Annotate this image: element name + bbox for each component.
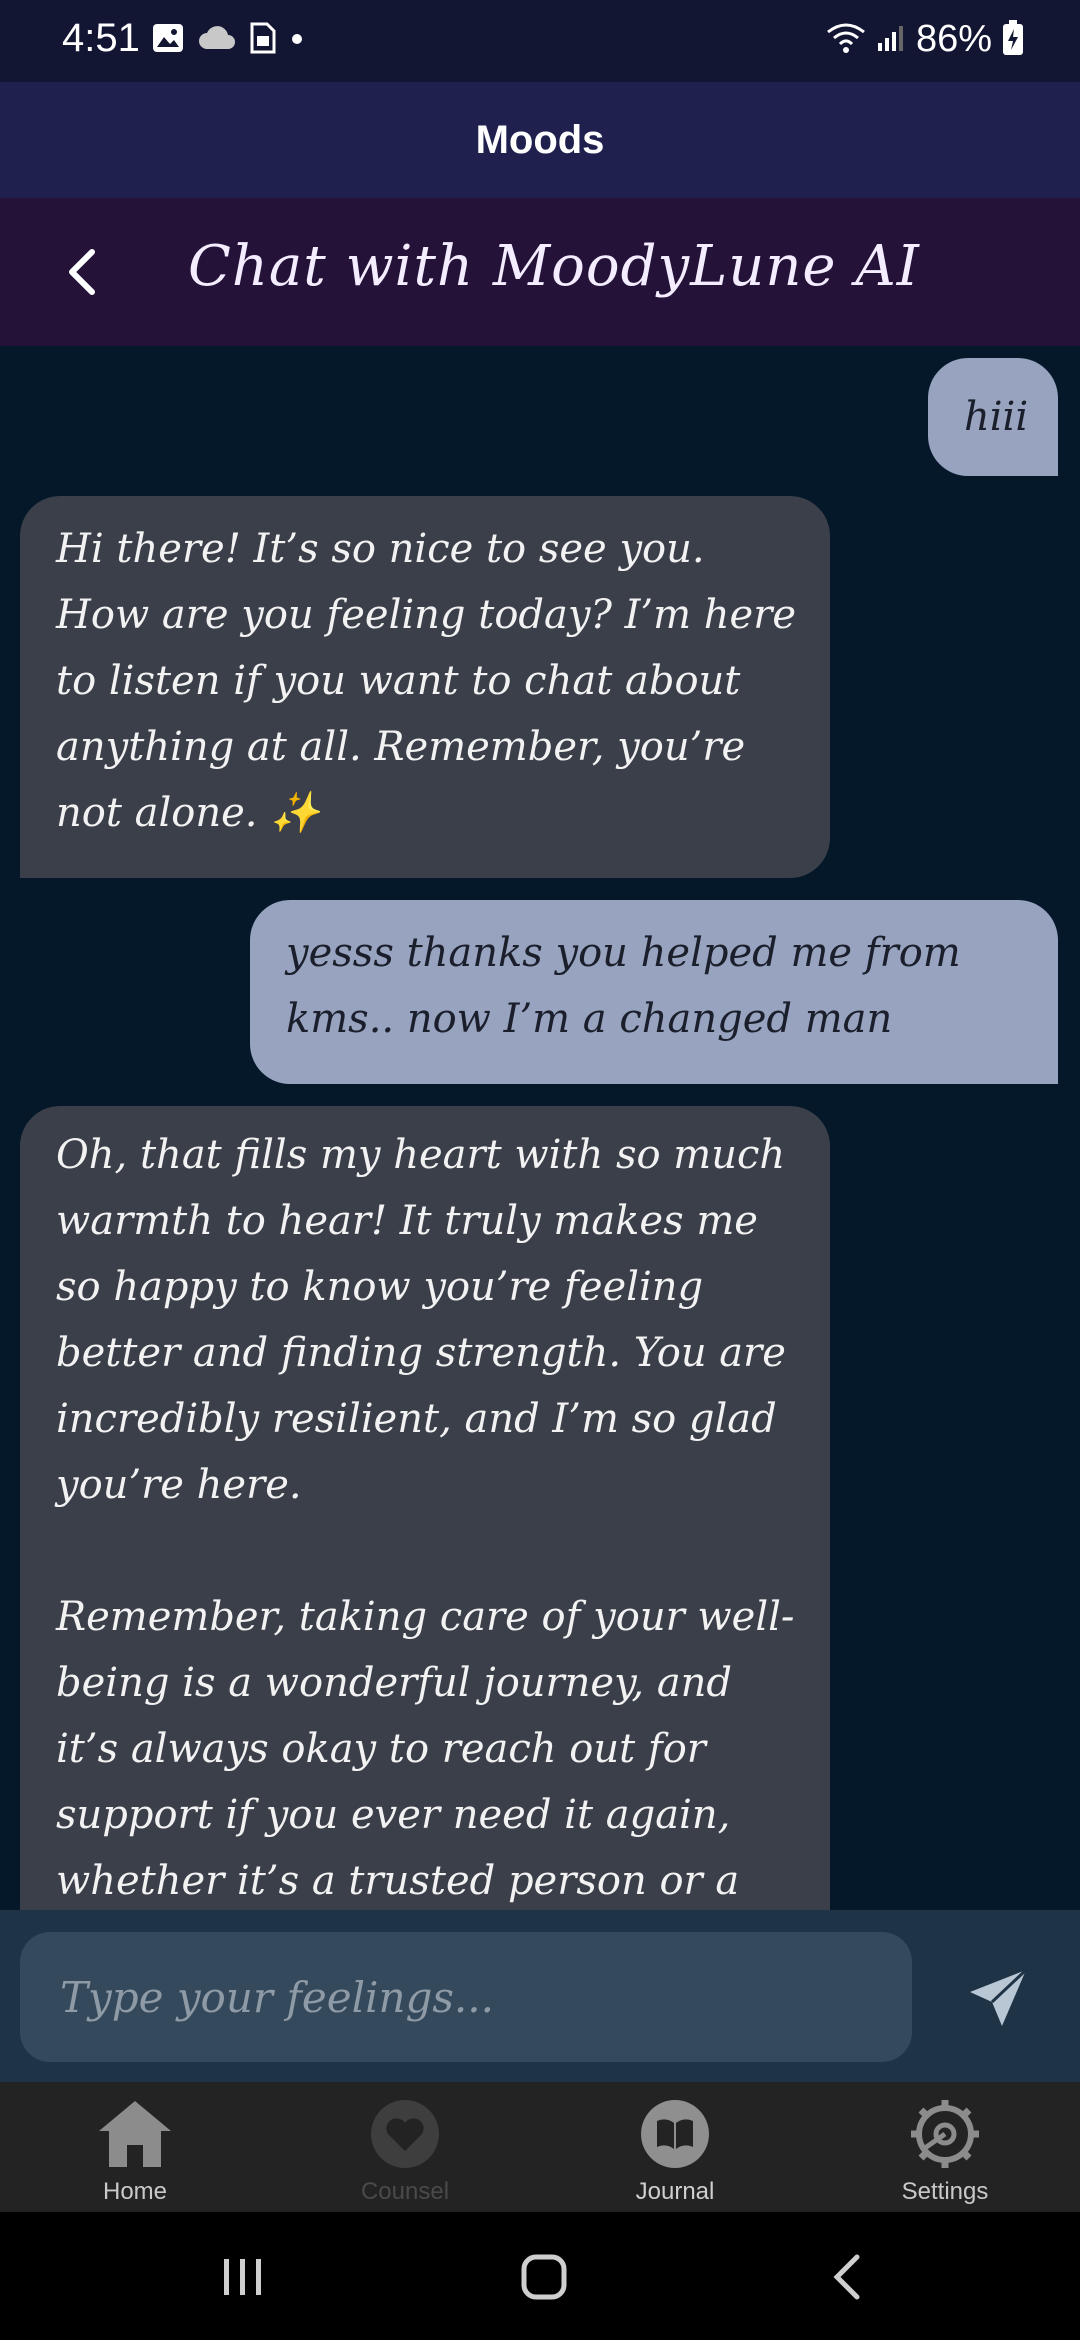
status-time: 4:51 (62, 16, 140, 60)
feelings-input[interactable] (20, 1932, 912, 2062)
dot-icon (290, 31, 304, 50)
home-system-button[interactable] (510, 2242, 580, 2312)
send-icon (970, 1968, 1028, 2026)
signal-icon (876, 23, 906, 57)
nav-label-counsel: Counsel (360, 2178, 450, 2205)
gallery-icon (152, 23, 184, 57)
app-title: Moods (475, 117, 605, 162)
system-status-icons: 86% (826, 18, 1024, 61)
battery-percent: 86% (915, 18, 992, 60)
home-icon (97, 2096, 173, 2172)
nav-label-settings: Settings (901, 2178, 989, 2205)
battery-charging-icon (1002, 19, 1024, 60)
user-message: hiii (928, 358, 1058, 476)
sim-icon (250, 22, 276, 58)
bottom-navigation: Home Counsel Journal Settings (0, 2082, 1080, 2212)
nav-journal[interactable]: Journal (540, 2082, 810, 2212)
message-composer (0, 1910, 1080, 2082)
book-icon (637, 2096, 713, 2172)
gear-icon (907, 2096, 983, 2172)
system-back-button[interactable] (812, 2242, 882, 2312)
status-bar: 4:51 86% (0, 0, 1080, 82)
nav-label-journal: Journal (635, 2178, 715, 2205)
nav-settings[interactable]: Settings (810, 2082, 1080, 2212)
nav-counsel[interactable]: Counsel (270, 2082, 540, 2212)
wifi-icon (826, 22, 866, 58)
recents-icon (224, 2259, 261, 2295)
recents-button[interactable] (208, 2242, 278, 2312)
user-message: yesss thanks you helped me from kms.. no… (250, 900, 1058, 1084)
chat-title: Chat with MoodyLune AI (188, 234, 920, 299)
chevron-left-icon (69, 249, 95, 295)
back-button[interactable] (46, 236, 118, 308)
system-navigation-bar (0, 2212, 1080, 2340)
ai-message: Oh, that fills my heart with so much war… (20, 1106, 830, 1910)
heart-icon (367, 2096, 443, 2172)
nav-home[interactable]: Home (0, 2082, 270, 2212)
chat-header: Chat with MoodyLune AI (0, 198, 1080, 346)
home-circle-icon (521, 2254, 567, 2300)
send-button[interactable] (950, 1950, 1046, 2046)
chevron-left-icon (833, 2254, 860, 2300)
nav-label-home: Home (102, 2178, 168, 2205)
ai-message: Hi there! It’s so nice to see you. How a… (20, 496, 830, 878)
cloud-icon (198, 25, 236, 55)
chat-messages[interactable]: hiii Hi there! It’s so nice to see you. … (0, 346, 1080, 1910)
notification-icons (152, 22, 304, 58)
app-bar: Moods (0, 82, 1080, 198)
